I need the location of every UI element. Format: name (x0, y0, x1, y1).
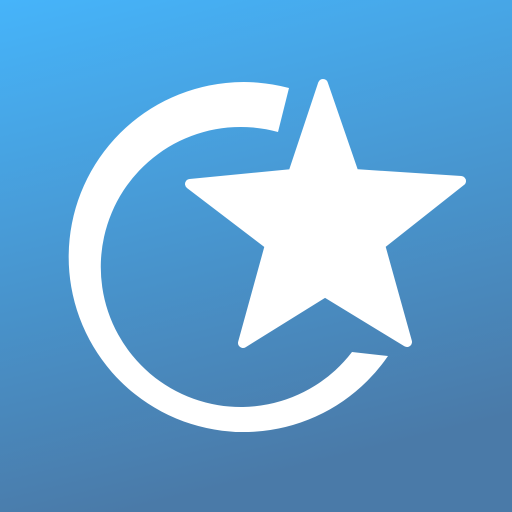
app-icon-graphic (0, 0, 512, 512)
app-icon (0, 0, 512, 512)
